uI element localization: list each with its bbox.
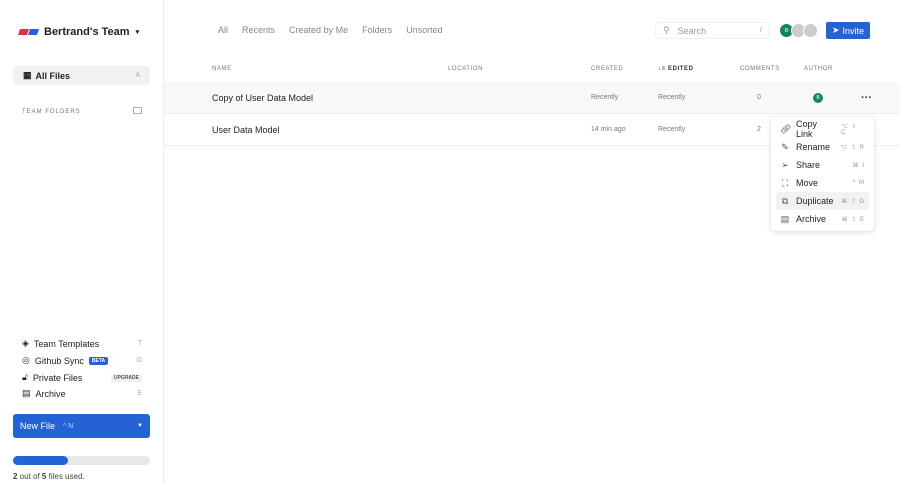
column-comments[interactable]: COMMENTS	[740, 66, 780, 72]
label: Archive	[35, 388, 66, 399]
new-file-button[interactable]: New File ^ N ▼	[13, 414, 150, 438]
menu-item-rename[interactable]: ✎ Rename ⌥ ⇧ R	[776, 138, 869, 156]
label: Copy Link	[796, 119, 818, 139]
lock-icon: 🔓︎	[22, 372, 28, 382]
usage-suffix: files used.	[46, 472, 85, 481]
label: Team Templates	[33, 338, 100, 349]
table-row[interactable]: Copy of User Data Model Recently Recentl…	[164, 82, 900, 114]
column-author[interactable]: AUTHOR	[804, 66, 833, 72]
sort-icon: ↓≡	[658, 66, 668, 72]
shortcut: /	[760, 27, 762, 34]
usage-progress-bar	[13, 456, 150, 465]
github-icon: ◎	[22, 355, 30, 365]
edited: Recently	[658, 126, 686, 133]
shortcut: ⌥ ⇧ R	[840, 144, 865, 151]
shortcut: ⌘ ⇧ E	[841, 216, 865, 223]
created: 14 min ago	[591, 126, 626, 133]
more-options-icon[interactable]: ···	[861, 82, 872, 114]
shortcut: G	[136, 357, 142, 364]
invite-button[interactable]: ➤ Invite	[826, 22, 870, 39]
invite-label: Invite	[842, 25, 865, 36]
comments: 2	[757, 126, 761, 133]
all-files-label: All Files	[35, 70, 71, 81]
filter-tabs: All Recents Created by Me Folders Unsort…	[218, 25, 443, 35]
archive-icon: ▤	[22, 388, 31, 398]
search-icon: ⚲	[663, 25, 670, 35]
context-menu: 🔗︎ Copy Link ⌥ ⇧ C ✎ Rename ⌥ ⇧ R ➢ Share ⌘ I …	[771, 117, 874, 231]
label: EDITED	[667, 66, 694, 72]
menu-item-duplicate[interactable]: ⧉ Duplicate ⌘ ⇧ D	[776, 192, 869, 210]
chevron-down-icon: ▾	[135, 29, 140, 36]
usage-text: 2 out of 5 files used.	[13, 472, 85, 481]
usage-progress-fill	[13, 456, 68, 465]
beta-badge: BETA	[88, 356, 109, 365]
add-folder-icon[interactable]	[133, 107, 142, 114]
upgrade-badge[interactable]: UPGRADE	[110, 373, 142, 382]
sidebar-item-team-templates[interactable]: ◈ Team Templates T	[22, 338, 142, 349]
shortcut: ⌘ I	[852, 162, 865, 169]
sidebar-item-github-sync[interactable]: ◎ Github Sync BETA G	[22, 355, 142, 366]
team-folders-heading: TEAM FOLDERS	[22, 109, 81, 115]
tab-folders[interactable]: Folders	[362, 25, 392, 35]
sidebar-item-private-files[interactable]: 🔓︎ Private Files UPGRADE	[22, 372, 142, 383]
move-icon: ⛶	[781, 177, 789, 188]
team-switcher[interactable]: Bertrand's Team ▾	[17, 26, 140, 38]
label: Move	[796, 178, 819, 188]
created: Recently	[591, 94, 619, 101]
menu-item-share[interactable]: ➢ Share ⌘ I	[776, 156, 869, 174]
shortcut: ⌥ ⇧ C	[841, 123, 858, 136]
label: Duplicate	[796, 196, 834, 206]
search-input[interactable]: ⚲ Search /	[655, 22, 770, 39]
avatar[interactable]	[803, 23, 818, 38]
tab-recents[interactable]: Recents	[242, 25, 275, 35]
layers-icon: ◈	[22, 338, 29, 348]
tab-created-by-me[interactable]: Created by Me	[289, 25, 348, 35]
author-avatar: B	[812, 92, 824, 104]
column-edited[interactable]: ↓≡ EDITED	[658, 66, 694, 72]
edited: Recently	[658, 94, 686, 101]
label: Share	[796, 160, 821, 170]
comments: 0	[757, 94, 761, 101]
menu-item-archive[interactable]: ▤ Archive ⌘ ⇧ E	[776, 210, 869, 228]
tab-unsorted[interactable]: Unsorted	[406, 25, 443, 35]
send-icon: ➤	[831, 25, 840, 35]
shortcut: ⌘ ⇧ D	[841, 198, 865, 205]
member-avatars[interactable]: B	[779, 23, 818, 38]
copy-icon: ⧉	[781, 195, 789, 206]
grid-icon: ▦	[23, 70, 32, 80]
shortcut: ^ N	[63, 422, 74, 430]
sidebar-item-all-files[interactable]: ▦ All Files A	[13, 66, 150, 85]
menu-item-copy-link[interactable]: 🔗︎ Copy Link ⌥ ⇧ C	[776, 119, 869, 139]
label: Archive	[796, 214, 827, 224]
new-file-label: New File	[20, 421, 56, 431]
column-location[interactable]: LOCATION	[448, 66, 483, 72]
search-placeholder: Search	[677, 25, 707, 36]
sidebar: Bertrand's Team ▾ ▦ All Files A TEAM FOL…	[0, 0, 164, 484]
shortcut: A	[135, 72, 140, 79]
column-name[interactable]: NAME	[212, 66, 232, 72]
tab-all[interactable]: All	[218, 25, 228, 35]
send-icon: ➢	[781, 159, 789, 170]
team-logo-icon	[17, 29, 40, 35]
pencil-icon: ✎	[781, 141, 789, 152]
shortcut: ^ M	[852, 180, 865, 186]
shortcut: E	[137, 390, 142, 397]
archive-icon: ▤	[780, 213, 790, 224]
file-name[interactable]: Copy of User Data Model	[212, 82, 313, 114]
column-created[interactable]: CREATED	[591, 66, 623, 72]
chevron-down-icon[interactable]: ▼	[137, 423, 143, 429]
usage-prefix: out of	[17, 472, 42, 481]
file-name[interactable]: User Data Model	[212, 114, 280, 146]
shortcut: T	[137, 340, 142, 347]
sidebar-item-archive[interactable]: ▤ Archive E	[22, 388, 142, 399]
menu-item-move[interactable]: ⛶ Move ^ M	[776, 174, 869, 192]
label: Github Sync	[34, 355, 84, 366]
link-icon: 🔗︎	[780, 123, 792, 134]
label: Private Files	[32, 372, 83, 383]
team-name: Bertrand's Team	[44, 26, 130, 38]
label: Rename	[796, 142, 831, 152]
